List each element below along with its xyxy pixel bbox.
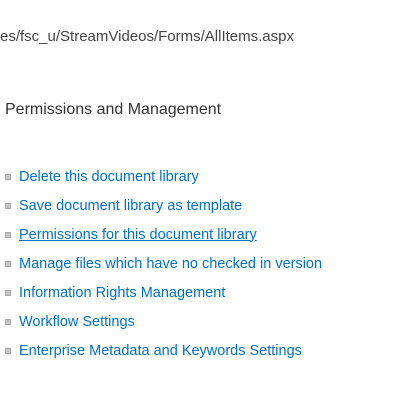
section-title-permissions-and-management: Permissions and Management <box>5 101 222 118</box>
list-item-permissions: Permissions for this document library <box>0 220 322 249</box>
information-rights-management-link[interactable]: Information Rights Management <box>19 285 225 301</box>
bullet-icon <box>5 202 11 209</box>
permissions-management-link-list: Delete this document library Save docume… <box>0 162 322 365</box>
list-item-delete-library: Delete this document library <box>0 162 322 191</box>
web-address-text: es/fsc_u/StreamVideos/Forms/AllItems.asp… <box>0 28 294 45</box>
manage-unchecked-in-files-link[interactable]: Manage files which have no checked in ve… <box>19 256 322 272</box>
workflow-settings-link[interactable]: Workflow Settings <box>19 314 135 330</box>
bullet-icon <box>5 231 11 238</box>
bullet-icon <box>5 173 11 180</box>
delete-document-library-link[interactable]: Delete this document library <box>19 169 199 185</box>
bullet-icon <box>5 347 11 354</box>
list-item-manage-checked-in: Manage files which have no checked in ve… <box>0 249 322 278</box>
list-item-irm: Information Rights Management <box>0 278 322 307</box>
save-library-as-template-link[interactable]: Save document library as template <box>19 198 242 214</box>
permissions-for-library-link[interactable]: Permissions for this document library <box>19 227 257 243</box>
enterprise-metadata-keywords-link[interactable]: Enterprise Metadata and Keywords Setting… <box>19 343 302 359</box>
list-item-save-template: Save document library as template <box>0 191 322 220</box>
bullet-icon <box>5 318 11 325</box>
bullet-icon <box>5 260 11 267</box>
list-item-workflow: Workflow Settings <box>0 307 322 336</box>
bullet-icon <box>5 289 11 296</box>
list-item-metadata: Enterprise Metadata and Keywords Setting… <box>0 336 322 365</box>
